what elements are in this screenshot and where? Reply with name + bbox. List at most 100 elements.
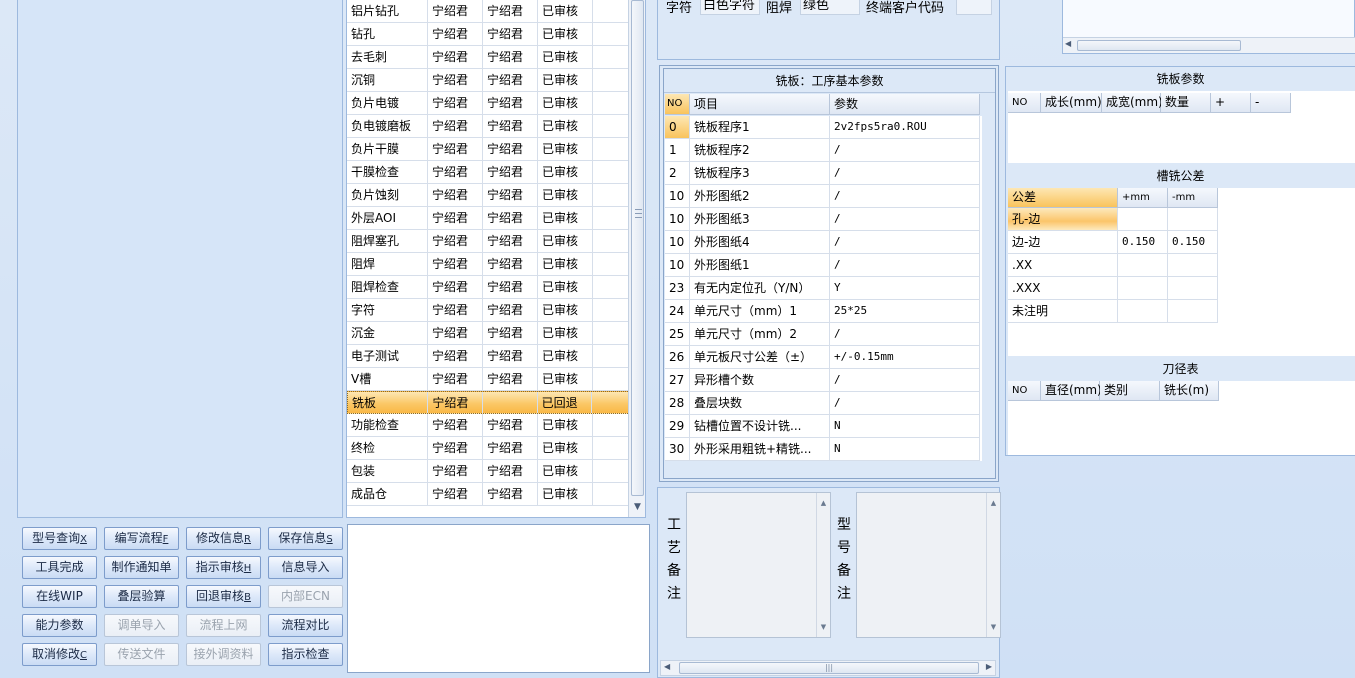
mask-field[interactable]: 绿色 — [800, 0, 860, 15]
tolerance-minus[interactable] — [1168, 300, 1218, 323]
action-button[interactable]: 在线WIP — [22, 585, 97, 608]
scroll-right-icon[interactable]: ▶ — [986, 662, 992, 671]
mill-params-grid[interactable]: NO 成长(mm) 成宽(mm) 数量 + - — [1008, 91, 1355, 163]
process-row[interactable]: 阻焊检查 宁绍君 宁绍君 已审核 — [347, 276, 630, 299]
process-row[interactable]: 电子测试 宁绍君 宁绍君 已审核 — [347, 345, 630, 368]
customer-code-field[interactable] — [956, 0, 992, 15]
char-field[interactable]: 白色字符 — [700, 0, 760, 15]
action-button[interactable]: 叠层验算 — [104, 585, 179, 608]
tolerance-plus[interactable]: 0.150 — [1118, 231, 1168, 254]
process-row[interactable]: 去毛刺 宁绍君 宁绍君 已审核 — [347, 46, 630, 69]
grid-header[interactable]: -mm — [1168, 188, 1218, 208]
process-row[interactable]: 成品仓 宁绍君 宁绍君 已审核 — [347, 483, 630, 506]
scroll-left-icon[interactable]: ◀ — [1065, 39, 1071, 48]
remark-scrollbar[interactable]: ▲ ▼ — [816, 493, 830, 637]
param-row[interactable]: 2 铣板程序3/ — [665, 162, 982, 185]
param-row[interactable]: 29 钻槽位置不设计铣... N — [665, 415, 982, 438]
param-row[interactable]: 26 单元板尺寸公差（±） +/-0.15mm — [665, 346, 982, 369]
remark-scrollbar[interactable]: ▲ ▼ — [986, 493, 1000, 637]
tool-table-grid[interactable]: NO 直径(mm) 类别 铣长(m) — [1008, 381, 1355, 455]
horizontal-scrollbar[interactable]: ◀ — [1063, 37, 1355, 53]
tolerance-name[interactable]: 孔-边 — [1008, 208, 1118, 231]
action-button[interactable]: 传送文件 — [104, 643, 179, 666]
tolerance-name[interactable]: .XXX — [1008, 277, 1118, 300]
tolerance-plus[interactable] — [1118, 300, 1168, 323]
action-button[interactable]: 修改信息R — [186, 527, 261, 550]
scrollbar-thumb[interactable]: ||| — [679, 662, 979, 674]
param-value[interactable]: / — [830, 254, 980, 277]
action-button[interactable]: 信息导入 — [268, 556, 343, 579]
action-button[interactable]: 接外调资料 — [186, 643, 261, 666]
scroll-left-icon[interactable]: ◀ — [664, 662, 670, 671]
param-row[interactable]: 25 单元尺寸（mm）2/ — [665, 323, 982, 346]
param-row[interactable]: 10 外形图纸2/ — [665, 185, 982, 208]
process-remark-textarea[interactable]: ▲ ▼ — [686, 492, 831, 638]
param-row[interactable]: 10 外形图纸3/ — [665, 208, 982, 231]
param-value[interactable]: / — [830, 323, 980, 346]
process-row[interactable]: 终检 宁绍君 宁绍君 已审核 — [347, 437, 630, 460]
tolerance-minus[interactable] — [1168, 208, 1218, 231]
action-button[interactable]: 指示检查 — [268, 643, 343, 666]
process-row[interactable]: 铝片钻孔 宁绍君 宁绍君 已审核 — [347, 0, 630, 23]
action-button[interactable]: 保存信息S — [268, 527, 343, 550]
col-item-header[interactable]: 项目 — [690, 94, 830, 115]
tolerance-plus[interactable] — [1118, 254, 1168, 277]
process-row[interactable]: 沉金 宁绍君 宁绍君 已审核 — [347, 322, 630, 345]
process-flow-list[interactable]: 宁绍君宁绍君已审核铝片钻孔宁绍君宁绍君已审核钻孔宁绍君宁绍君已审核去毛刺宁绍君宁… — [346, 0, 646, 518]
param-value[interactable]: 25*25 — [830, 300, 980, 323]
grid-header[interactable]: NO — [1008, 93, 1041, 113]
param-value[interactable]: Y — [830, 277, 980, 300]
param-row[interactable]: 24 单元尺寸（mm）1 25*25 — [665, 300, 982, 323]
grid-header[interactable]: 直径(mm) — [1041, 381, 1102, 401]
scrollbar-thumb[interactable] — [1077, 40, 1241, 51]
grid-header[interactable]: 成长(mm) — [1041, 93, 1102, 113]
tolerance-plus[interactable] — [1118, 277, 1168, 300]
param-value[interactable]: / — [830, 392, 980, 415]
scroll-down-icon[interactable]: ▼ — [631, 500, 644, 514]
grid-header[interactable]: + — [1211, 93, 1251, 113]
process-row[interactable]: 干膜检查 宁绍君 宁绍君 已审核 — [347, 161, 630, 184]
tolerance-name[interactable]: .XX — [1008, 254, 1118, 277]
process-row[interactable]: 负片蚀刻 宁绍君 宁绍君 已审核 — [347, 184, 630, 207]
process-row[interactable]: V槽 宁绍君 宁绍君 已审核 — [347, 368, 630, 391]
scrollbar-thumb[interactable] — [631, 0, 644, 496]
grid-header[interactable]: 类别 — [1100, 381, 1160, 401]
action-button[interactable]: 回退审核B — [186, 585, 261, 608]
param-value[interactable]: / — [830, 185, 980, 208]
process-row[interactable]: 字符 宁绍君 宁绍君 已审核 — [347, 299, 630, 322]
process-row[interactable]: 阻焊 宁绍君 宁绍君 已审核 — [347, 253, 630, 276]
grid-header[interactable]: 数量 — [1161, 93, 1211, 113]
model-remark-textarea[interactable]: ▲ ▼ — [856, 492, 1001, 638]
param-row[interactable]: 1 铣板程序2/ — [665, 139, 982, 162]
tolerance-minus[interactable] — [1168, 254, 1218, 277]
horizontal-scrollbar[interactable]: ◀ ||| ▶ — [660, 660, 996, 676]
param-row[interactable]: 28 叠层块数 / — [665, 392, 982, 415]
action-button[interactable]: 编写流程F — [104, 527, 179, 550]
param-row[interactable]: 27 异形槽个数 / — [665, 369, 982, 392]
action-button[interactable]: 取消修改C — [22, 643, 97, 666]
process-row[interactable]: 功能检查 宁绍君 宁绍君 已审核 — [347, 414, 630, 437]
param-value[interactable]: / — [830, 231, 980, 254]
col-no-header[interactable]: NO — [665, 94, 690, 115]
tolerance-name[interactable]: 未注明 — [1008, 300, 1118, 323]
slot-tolerance-grid[interactable]: 公差 +mm -mm 孔-边 边-边 0.150 0.150 .XX .XXX 未注明 — [1008, 188, 1355, 356]
param-value[interactable]: / — [830, 162, 980, 185]
process-row[interactable]: 负电镀磨板 宁绍君 宁绍君 已审核 — [347, 115, 630, 138]
action-button[interactable]: 内部ECN — [268, 585, 343, 608]
notes-textarea[interactable] — [347, 524, 650, 673]
action-button[interactable]: 调单导入 — [104, 614, 179, 637]
param-row[interactable]: 23 有无内定位孔（Y/N） Y — [665, 277, 982, 300]
process-list-scrollbar[interactable]: ▼ — [628, 0, 645, 517]
action-button[interactable]: 流程对比 — [268, 614, 343, 637]
process-row[interactable]: 负片电镀 宁绍君 宁绍君 已审核 — [347, 92, 630, 115]
action-button[interactable]: 工具完成 — [22, 556, 97, 579]
grid-header[interactable]: - — [1251, 93, 1291, 113]
grid-header[interactable]: NO — [1008, 381, 1041, 401]
col-value-header[interactable]: 参数 — [830, 94, 980, 115]
grid-header[interactable]: 成宽(mm) — [1102, 93, 1163, 113]
action-button[interactable]: 制作通知单 — [104, 556, 179, 579]
tolerance-plus[interactable] — [1118, 208, 1168, 231]
tolerance-minus[interactable] — [1168, 277, 1218, 300]
param-row[interactable]: 0 铣板程序1 2v2fps5ra0.ROU — [665, 116, 982, 139]
action-button[interactable]: 指示审核H — [186, 556, 261, 579]
